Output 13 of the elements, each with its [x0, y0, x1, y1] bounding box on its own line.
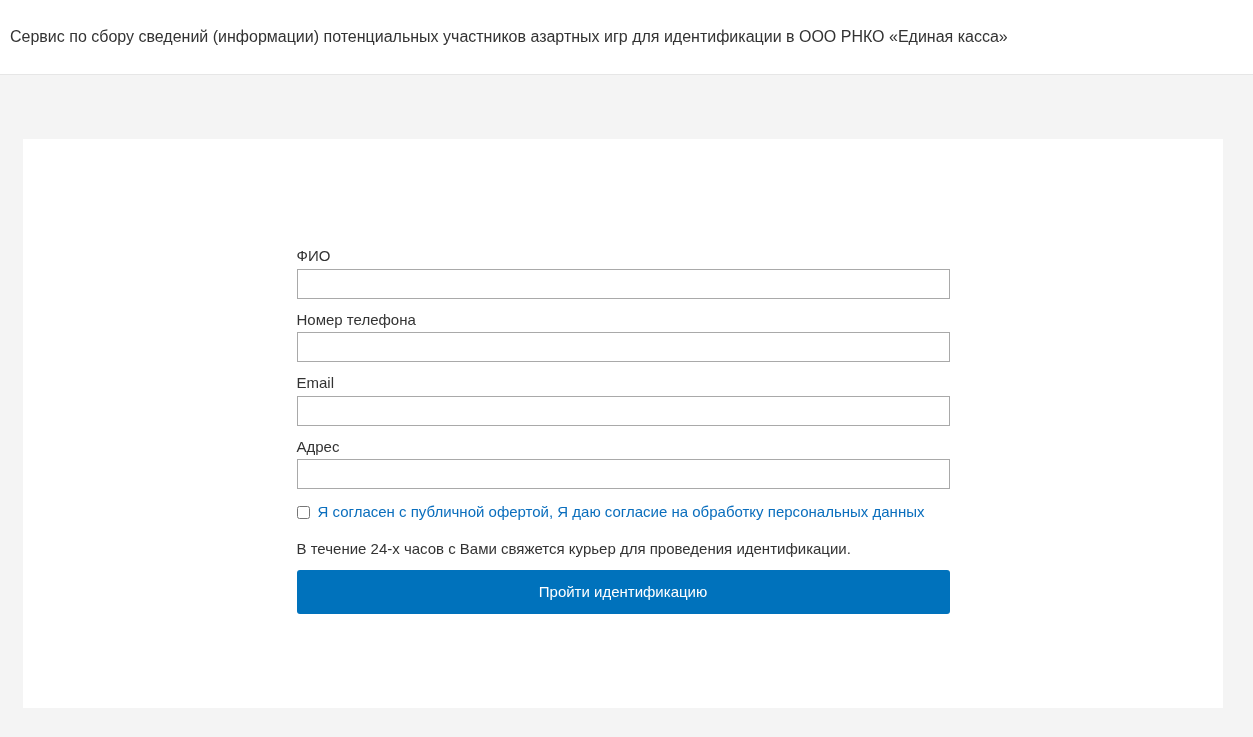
- submit-button[interactable]: Пройти идентификацию: [296, 570, 950, 614]
- input-field[interactable]: [296, 459, 950, 489]
- field-label: Адрес: [296, 436, 341, 457]
- consent-checkbox[interactable]: [296, 505, 310, 519]
- field-label: ФИО: [296, 246, 332, 266]
- field-label: Email: [296, 373, 335, 393]
- consent-link[interactable]: Я согласен с публичной офертой, Я даю согласие на обработку персональных данных: [317, 501, 925, 524]
- info-text: В течение 24-х часов с Вами свяжется курьер для проведения идентификации.: [296, 538, 852, 559]
- page-title: Сервис по сбору сведений (информации) потенциальных участников азартных игр для идентификации в ООО РНКО «Единая касса»: [10, 27, 1008, 47]
- field-label: Номер телефона: [296, 309, 417, 330]
- input-field[interactable]: [296, 332, 950, 362]
- input-field[interactable]: [296, 395, 950, 426]
- input-field[interactable]: [296, 268, 950, 299]
